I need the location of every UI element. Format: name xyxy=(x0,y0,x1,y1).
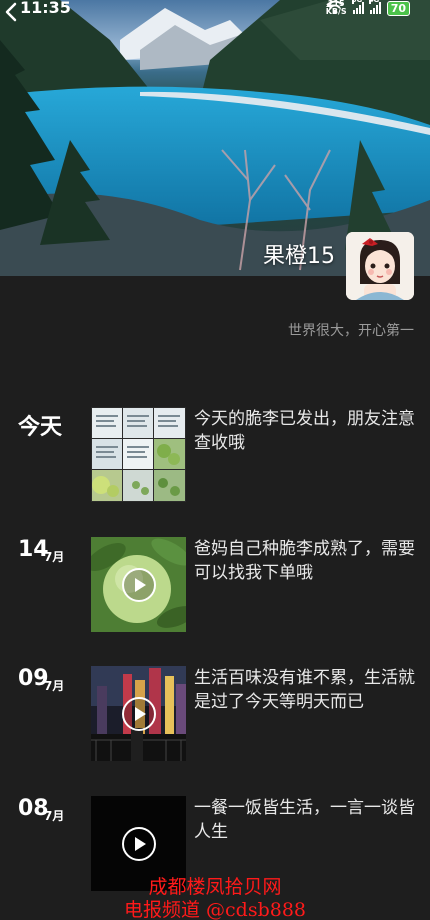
entry-date-month: 7月 xyxy=(44,550,65,564)
entry-caption: 一餐一饭皆生活，一言一谈皆人生 xyxy=(194,798,415,842)
status-bar: 11:35 215 KB/S 5G 4G xyxy=(0,0,430,18)
feed-entry[interactable]: 今天 今天的脆李已发出，朋友注意查收哦 xyxy=(0,407,430,503)
entry-date-month: 7月 xyxy=(44,809,65,823)
play-icon[interactable] xyxy=(122,568,156,602)
play-icon[interactable] xyxy=(122,697,156,731)
status-time: 11:35 xyxy=(20,0,71,17)
signal-5g-icon: 5G xyxy=(351,0,364,14)
signal-5g-label: 5G xyxy=(351,0,362,4)
entry-caption: 爸妈自己种脆李成熟了，需要可以找我下单哦 xyxy=(194,539,415,583)
entry-thumbnail-grid[interactable] xyxy=(91,407,186,502)
avatar[interactable] xyxy=(346,232,414,300)
entry-caption: 今天的脆李已发出，朋友注意查收哦 xyxy=(194,409,415,453)
moments-page: 11:35 215 KB/S 5G 4G xyxy=(0,0,430,920)
entry-video-thumbnail[interactable] xyxy=(91,537,186,632)
play-icon[interactable] xyxy=(122,827,156,861)
profile-bio: 世界很大，开心第一 xyxy=(288,323,414,339)
signal-4g-icon: 4G xyxy=(368,0,381,14)
entry-video-thumbnail[interactable] xyxy=(91,666,186,761)
entry-date-today: 今天 xyxy=(18,415,63,440)
feed-entry[interactable]: 09 7月 生活百味没有谁不累，生活就是过了今天等明天而已 xyxy=(0,666,430,762)
charging-icon xyxy=(325,0,334,12)
watermark-line-2: 电报频道 @cdsb888 xyxy=(123,899,307,920)
feed-entry[interactable]: 14 7月 爸妈自己种脆李成熟了，需要可以找我下单哦 xyxy=(0,537,430,633)
status-icons: 215 KB/S 5G 4G 70 xyxy=(325,0,410,16)
profile-name[interactable]: 果橙15 xyxy=(263,238,335,270)
signal-4g-label: 4G xyxy=(368,0,379,4)
entry-date-month: 7月 xyxy=(44,679,65,693)
back-chevron-icon[interactable] xyxy=(0,0,24,24)
battery-indicator: 70 xyxy=(386,0,410,16)
entry-caption: 生活百味没有谁不累，生活就是过了今天等明天而已 xyxy=(194,668,415,712)
